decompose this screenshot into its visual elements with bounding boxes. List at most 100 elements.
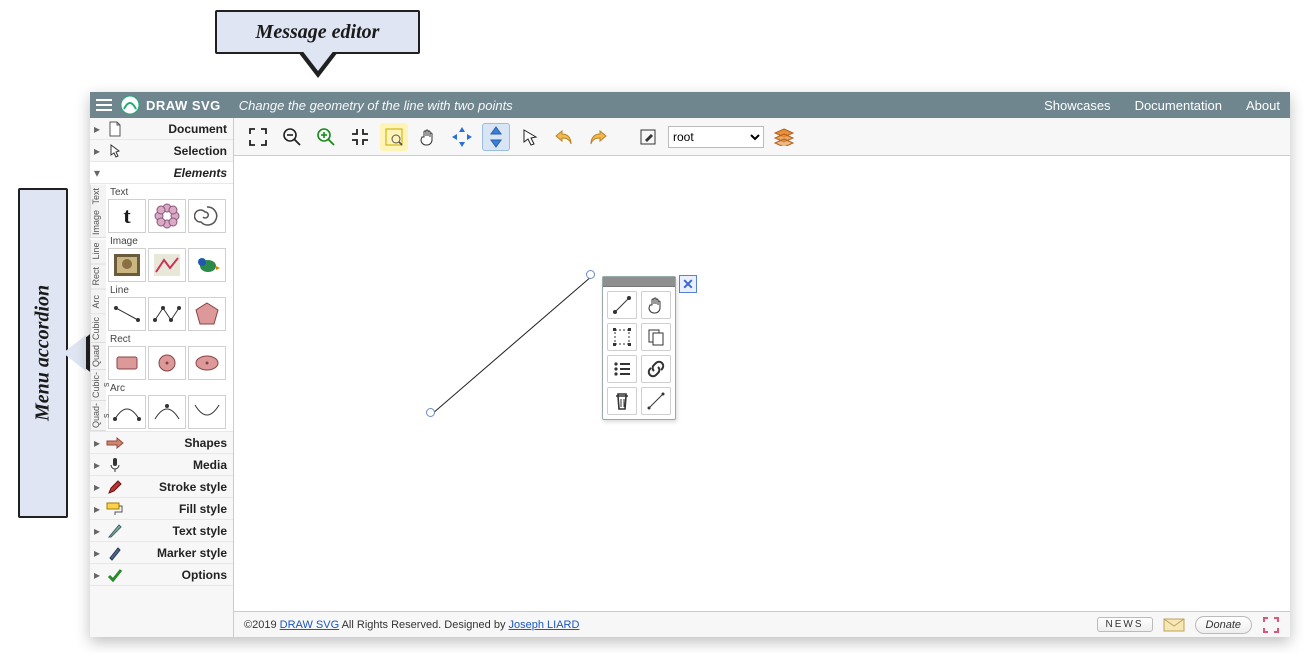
nav-documentation[interactable]: Documentation xyxy=(1135,98,1222,113)
quill-icon xyxy=(106,523,124,539)
line-handle-end[interactable] xyxy=(586,270,595,279)
vtab-line[interactable]: Line xyxy=(90,239,106,264)
tool-rect[interactable] xyxy=(108,346,146,380)
tool-polyline[interactable] xyxy=(148,297,186,331)
drawn-line[interactable] xyxy=(424,266,604,426)
line-handle-start[interactable] xyxy=(426,408,435,417)
accordion-label: Stroke style xyxy=(159,480,227,494)
undo-icon[interactable] xyxy=(550,123,578,151)
root-select[interactable]: root xyxy=(668,126,764,148)
map-icon xyxy=(152,252,182,278)
footer-copyright: ©2019 DRAW SVG All Rights Reserved. Desi… xyxy=(244,619,579,631)
pan-hand-icon[interactable] xyxy=(641,291,671,319)
document-icon xyxy=(106,121,124,137)
accordion-media[interactable]: ▸ Media xyxy=(90,454,233,476)
pointer-icon[interactable] xyxy=(516,123,544,151)
bird-icon xyxy=(192,252,222,278)
vtab-image[interactable]: Image xyxy=(90,208,106,238)
edit-root-icon[interactable] xyxy=(634,123,662,151)
group-text-label: Text xyxy=(108,186,231,199)
delete-icon[interactable] xyxy=(607,387,637,415)
spiral-icon xyxy=(194,203,220,229)
vtab-cubic[interactable]: Cubic xyxy=(90,315,106,343)
tool-image-3[interactable] xyxy=(188,248,226,282)
accordion-elements[interactable]: ▾ Elements xyxy=(90,162,233,184)
footer: ©2019 DRAW SVG All Rights Reserved. Desi… xyxy=(234,611,1290,637)
donate-button[interactable]: Donate xyxy=(1195,616,1252,634)
accordion-document[interactable]: ▸ Document xyxy=(90,118,233,140)
zoom-area-icon[interactable] xyxy=(380,123,408,151)
arc1-icon xyxy=(111,401,143,423)
tool-text-flower[interactable] xyxy=(148,199,186,233)
actions-bar: root xyxy=(234,118,1290,156)
vtab-cubics[interactable]: Cubic-s xyxy=(90,370,106,401)
picture-icon xyxy=(112,252,142,278)
shrink-icon[interactable] xyxy=(346,123,374,151)
polyline-icon xyxy=(151,302,183,326)
scroll-4way-icon[interactable] xyxy=(448,123,476,151)
letter-t-icon: t xyxy=(123,203,130,229)
accordion-selection[interactable]: ▸ Selection xyxy=(90,140,233,162)
accordion-label: Shapes xyxy=(184,436,227,450)
pan-hand-icon[interactable] xyxy=(414,123,442,151)
resize-icon[interactable] xyxy=(607,323,637,351)
news-button[interactable]: NEWS xyxy=(1097,617,1153,632)
footer-author-link[interactable]: Joseph LIARD xyxy=(509,619,580,631)
redo-icon[interactable] xyxy=(584,123,612,151)
fit-screen-icon[interactable] xyxy=(244,123,272,151)
accordion-stroke-style[interactable]: ▸ Stroke style xyxy=(90,476,233,498)
accordion-label: Fill style xyxy=(179,502,227,516)
mail-icon[interactable] xyxy=(1163,618,1185,632)
tool-image-2[interactable] xyxy=(148,248,186,282)
accordion-label: Text style xyxy=(173,524,227,538)
app-header: DRAW SVG Change the geometry of the line… xyxy=(90,92,1290,118)
zoom-in-icon[interactable] xyxy=(312,123,340,151)
zoom-out-icon[interactable] xyxy=(278,123,306,151)
tool-arc-2[interactable] xyxy=(148,395,186,429)
tool-circle[interactable] xyxy=(148,346,186,380)
scroll-vertical-icon[interactable] xyxy=(482,123,510,151)
line-icon xyxy=(111,302,143,326)
callout-message-editor: Message editor xyxy=(215,10,420,54)
list-icon[interactable] xyxy=(607,355,637,383)
vtab-quads[interactable]: Quad-s xyxy=(90,401,106,431)
link-icon[interactable] xyxy=(641,355,671,383)
vtab-arc[interactable]: Arc xyxy=(90,289,106,314)
canvas[interactable]: ✕ xyxy=(234,156,1290,611)
callout-label: Message editor xyxy=(256,21,380,44)
accordion-marker-style[interactable]: ▸ Marker style xyxy=(90,542,233,564)
accordion-shapes[interactable]: ▸ Shapes xyxy=(90,432,233,454)
polygon-icon xyxy=(191,300,223,328)
footer-site-link[interactable]: DRAW SVG xyxy=(280,619,340,631)
accordion-options[interactable]: ▸ Options xyxy=(90,564,233,586)
vtab-quad[interactable]: Quad xyxy=(90,343,106,370)
tool-image-1[interactable] xyxy=(108,248,146,282)
fullscreen-icon[interactable] xyxy=(1262,616,1280,634)
tool-arc-3[interactable] xyxy=(188,395,226,429)
tool-arc-1[interactable] xyxy=(108,395,146,429)
copy-icon[interactable] xyxy=(641,323,671,351)
callout-label: Menu accordion xyxy=(32,285,55,421)
tool-polygon[interactable] xyxy=(188,297,226,331)
tool-text-spiral[interactable] xyxy=(188,199,226,233)
close-icon[interactable]: ✕ xyxy=(679,275,697,293)
accordion-fill-style[interactable]: ▸ Fill style xyxy=(90,498,233,520)
cursor-icon xyxy=(106,143,124,159)
vtab-text[interactable]: Text xyxy=(90,184,106,208)
tool-ellipse[interactable] xyxy=(188,346,226,380)
nav-about[interactable]: About xyxy=(1246,98,1280,113)
hamburger-icon[interactable] xyxy=(94,95,114,115)
tool-line[interactable] xyxy=(108,297,146,331)
nav-showcases[interactable]: Showcases xyxy=(1044,98,1110,113)
accordion-text-style[interactable]: ▸ Text style xyxy=(90,520,233,542)
layers-icon[interactable] xyxy=(770,123,798,151)
microphone-icon xyxy=(106,457,124,473)
accordion-label: Marker style xyxy=(157,546,227,560)
object-menu-grip[interactable] xyxy=(603,277,675,287)
object-menu[interactable]: ✕ xyxy=(602,276,676,420)
tool-text-t[interactable]: t xyxy=(108,199,146,233)
status-hint: Change the geometry of the line with two… xyxy=(239,98,513,113)
line-icon[interactable] xyxy=(641,387,671,415)
line-edit-icon[interactable] xyxy=(607,291,637,319)
vtab-rect[interactable]: Rect xyxy=(90,264,106,289)
